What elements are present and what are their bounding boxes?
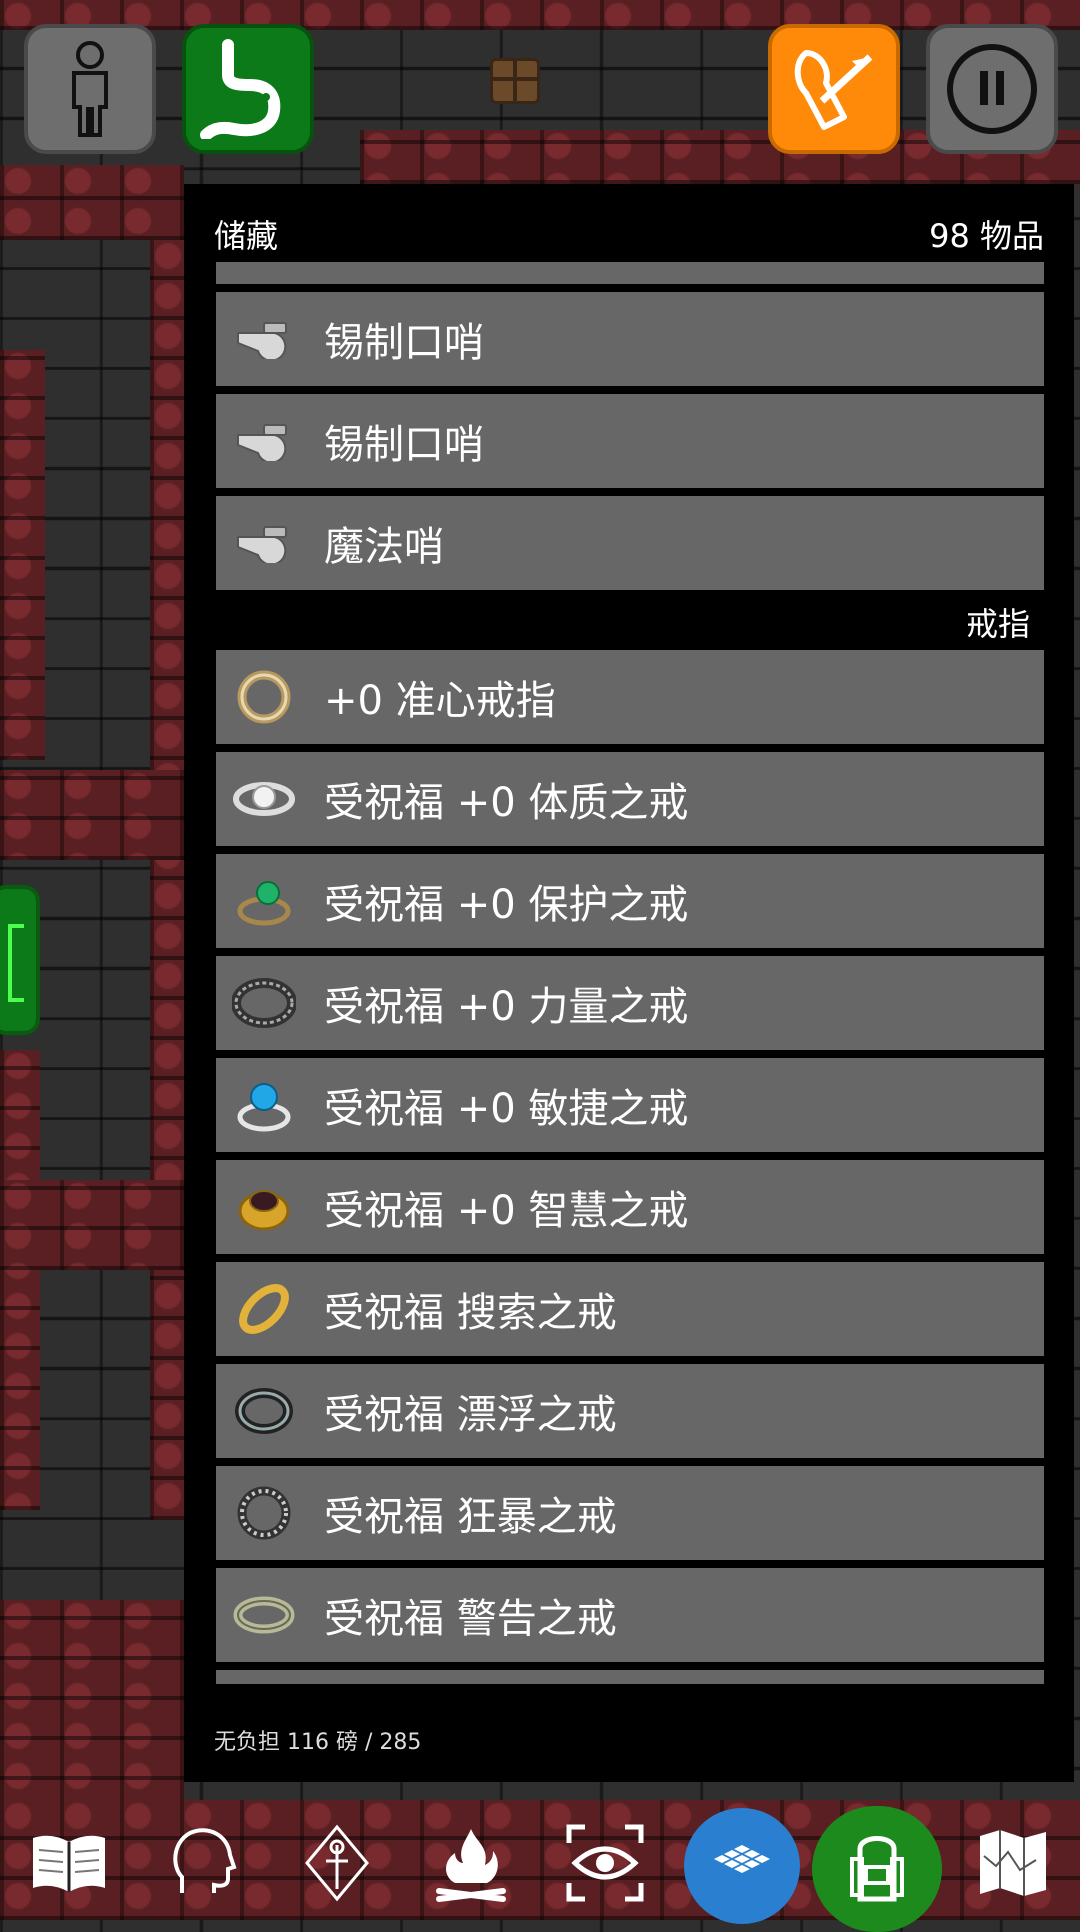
list-item[interactable]: 锡制口哨 (216, 394, 1044, 488)
head-icon (173, 1828, 237, 1893)
list-item[interactable]: 受祝福 +0 智慧之戒 (216, 1160, 1044, 1254)
list-item[interactable]: 受祝福 狂暴之戒 (216, 1466, 1044, 1560)
book-icon (33, 1835, 105, 1892)
list-item[interactable]: 受祝福 搜索之戒 (216, 1262, 1044, 1356)
list-item[interactable]: 锡制口哨 (216, 292, 1044, 386)
pray-button[interactable] (292, 1818, 382, 1908)
inventory-panel: 储藏 98 物品 锡制口哨 锡制口哨 魔法哨 戒指 +0 准心戒指 受祝福 +0… (184, 184, 1074, 1782)
weight-status: 无负担 116 磅 / 285 (214, 1730, 422, 1755)
dungeon-wall (0, 1050, 40, 1510)
ring-icon (232, 1481, 296, 1545)
item-label: 受祝福 搜索之戒 (324, 1290, 617, 1336)
door-green[interactable] (0, 885, 40, 1035)
pause-button[interactable] (926, 24, 1058, 154)
category-header-rings: 戒指 (965, 605, 1030, 643)
ring-icon (232, 1583, 296, 1647)
ring-icon (232, 767, 296, 831)
folded-map-icon (980, 1830, 1046, 1896)
stomach-icon (200, 39, 281, 139)
panel-title: 储藏 (214, 217, 279, 255)
person-icon (72, 41, 108, 137)
list-item[interactable]: 受祝福 漂浮之戒 (216, 1364, 1044, 1458)
list-item[interactable]: 受祝福 +0 体质之戒 (216, 752, 1044, 846)
item-label: 受祝福 +0 智慧之戒 (324, 1188, 689, 1234)
inventory-list[interactable]: 锡制口哨 锡制口哨 魔法哨 戒指 +0 准心戒指 受祝福 +0 体质之戒 受祝福… (216, 262, 1044, 1684)
list-item[interactable]: 受祝福 +0 力量之戒 (216, 956, 1044, 1050)
pause-icon (947, 44, 1037, 134)
whistle-icon (232, 511, 296, 575)
ring-icon (232, 869, 296, 933)
map-button[interactable] (968, 1818, 1058, 1908)
list-item-partial[interactable] (216, 1670, 1044, 1684)
dungeon-wall (0, 1180, 184, 1270)
dungeon-wall (0, 1600, 184, 1820)
dungeon-wall (0, 165, 184, 240)
hunger-button[interactable] (182, 24, 314, 154)
ankh-icon (305, 1824, 369, 1902)
quiver-arrow-icon (794, 50, 873, 130)
dungeon-wall (0, 0, 1080, 30)
list-item-partial[interactable] (216, 262, 1044, 284)
spellbook-button[interactable] (24, 1818, 114, 1908)
item-label: 受祝福 狂暴之戒 (324, 1494, 617, 1540)
ring-icon (232, 1277, 296, 1341)
item-label: 受祝福 +0 保护之戒 (324, 882, 689, 928)
item-label: 受祝福 漂浮之戒 (324, 1392, 617, 1438)
ring-icon (232, 665, 296, 729)
list-item[interactable]: 受祝福 +0 保护之戒 (216, 854, 1044, 948)
rest-button[interactable] (426, 1818, 516, 1908)
abilities-button[interactable] (158, 1818, 248, 1908)
item-label: 受祝福 +0 力量之戒 (324, 984, 689, 1030)
inventory-button[interactable] (812, 1806, 942, 1932)
campfire-icon (436, 1829, 506, 1902)
item-label: 受祝福 警告之戒 (324, 1596, 617, 1642)
dungeon-wall (150, 240, 184, 1520)
dungeon-wall (0, 770, 184, 860)
ring-icon (232, 1175, 296, 1239)
item-count: 98 物品 (929, 217, 1044, 255)
whistle-icon (232, 409, 296, 473)
fire-button[interactable] (768, 24, 900, 154)
eye-scan-icon (566, 1824, 644, 1902)
panel-header: 储藏 98 物品 (214, 212, 1044, 256)
list-item[interactable]: 受祝福 +0 敏捷之戒 (216, 1058, 1044, 1152)
list-item[interactable]: 魔法哨 (216, 496, 1044, 590)
map-tiles-button[interactable] (684, 1808, 800, 1924)
chest-icon[interactable] (490, 58, 540, 104)
item-label: 锡制口哨 (324, 320, 484, 366)
ring-icon (232, 1073, 296, 1137)
item-label: 受祝福 +0 体质之戒 (324, 780, 689, 826)
item-label: 魔法哨 (324, 524, 444, 570)
character-button[interactable] (24, 24, 156, 154)
ring-icon (232, 1379, 296, 1443)
item-label: 受祝福 +0 敏捷之戒 (324, 1086, 689, 1132)
item-label: 锡制口哨 (324, 422, 484, 468)
dungeon-wall (0, 350, 45, 760)
bottom-toolbar (0, 1806, 1080, 1932)
tiles-icon (714, 1845, 770, 1873)
list-item[interactable]: 受祝福 警告之戒 (216, 1568, 1044, 1662)
whistle-icon (232, 307, 296, 371)
search-button[interactable] (560, 1818, 650, 1908)
backpack-icon (850, 1836, 904, 1902)
list-item[interactable]: +0 准心戒指 (216, 650, 1044, 744)
item-label: +0 准心戒指 (324, 678, 556, 724)
ring-icon (232, 971, 296, 1035)
